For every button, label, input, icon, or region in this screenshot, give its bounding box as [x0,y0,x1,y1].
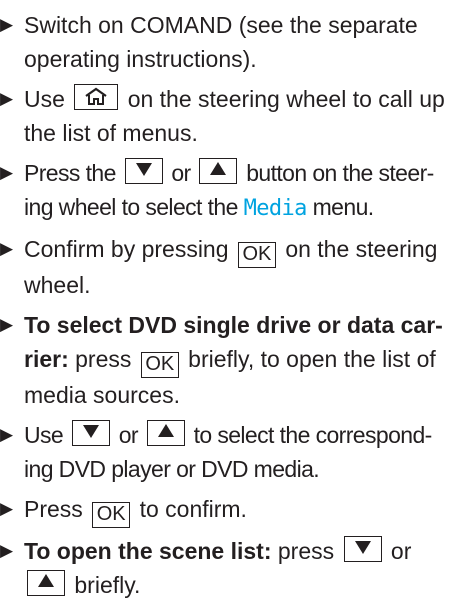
step-text: on the steering [285,236,438,262]
step-press-ok: ▶ Press OK to confirm. [0,492,465,528]
up-key [199,158,238,184]
step-text: Confirm by pressing [24,236,229,262]
step-text: to select the correspond- [193,422,433,448]
step-text: press [277,538,335,564]
step-text: wheel. [24,272,91,298]
ok-key: OK [237,242,276,268]
step-text: ing DVD player or DVD media. [24,456,320,482]
arrow-up-icon [157,424,174,437]
step-text: ing wheel to select the [24,194,238,220]
step-text: button on the steer- [246,160,434,186]
step-heading: To open the scene list: [24,538,272,564]
step-confirm: ▶ Confirm by pressing OK on the steering… [0,232,465,302]
step-text: or [171,160,191,186]
step-select-player: ▶ Use or to select the correspond- ing D… [0,418,465,486]
home-key [74,84,119,110]
step-text: the list of menus. [24,120,198,146]
triangle-right-icon: ▶ [0,163,13,182]
arrow-up-icon [38,574,54,587]
arrow-down-icon [82,425,99,438]
step-switch-on: ▶ Switch on COMAND (see the separate ope… [0,8,465,76]
down-key [124,158,163,184]
arrow-up-icon [210,162,227,175]
step-text: menu. [312,194,375,220]
triangle-right-icon: ▶ [0,239,14,258]
step-scene-list: ▶ To open the scene list: press or brief… [0,534,465,602]
triangle-right-icon: ▶ [0,499,14,518]
media-menu-label: Media [243,196,308,221]
up-key [146,420,185,446]
step-text: media sources. [24,382,180,408]
step-text: Press the [24,160,116,186]
arrow-down-icon [135,163,152,176]
step-call-menus: ▶ Use on the steering wheel to call up t… [0,82,465,150]
step-select-dvd: ▶ To select DVD single drive or data car… [0,308,465,412]
down-key [71,420,110,446]
step-text: Switch on COMAND (see the separate [24,12,418,38]
down-key [343,536,382,562]
step-heading: To select DVD single drive or data car- [24,312,443,338]
triangle-right-icon: ▶ [0,315,14,334]
step-text: Use [24,422,64,448]
step-text: or [118,422,139,448]
step-text: briefly, to open the list of [188,346,436,372]
up-key [27,570,65,596]
step-text: or [390,538,412,564]
step-text: Use [24,86,65,112]
triangle-right-icon: ▶ [0,15,14,34]
step-text: to confirm. [139,496,247,522]
instruction-list: ▶ Switch on COMAND (see the separate ope… [0,8,465,608]
step-text: press [75,346,132,372]
triangle-right-icon: ▶ [0,541,14,560]
step-text: Press [24,496,83,522]
step-heading: rier: [24,346,69,372]
ok-key: OK [92,502,131,528]
home-icon [85,87,107,105]
step-text: briefly. [74,572,141,598]
step-text: operating instructions). [24,46,257,72]
step-text: on the steering wheel to call up [127,86,445,112]
triangle-right-icon: ▶ [0,425,13,444]
arrow-down-icon [354,541,371,554]
step-select-media: ▶ Press the or button on the steer- ing … [0,156,465,226]
triangle-right-icon: ▶ [0,89,14,108]
ok-key: OK [140,352,179,378]
